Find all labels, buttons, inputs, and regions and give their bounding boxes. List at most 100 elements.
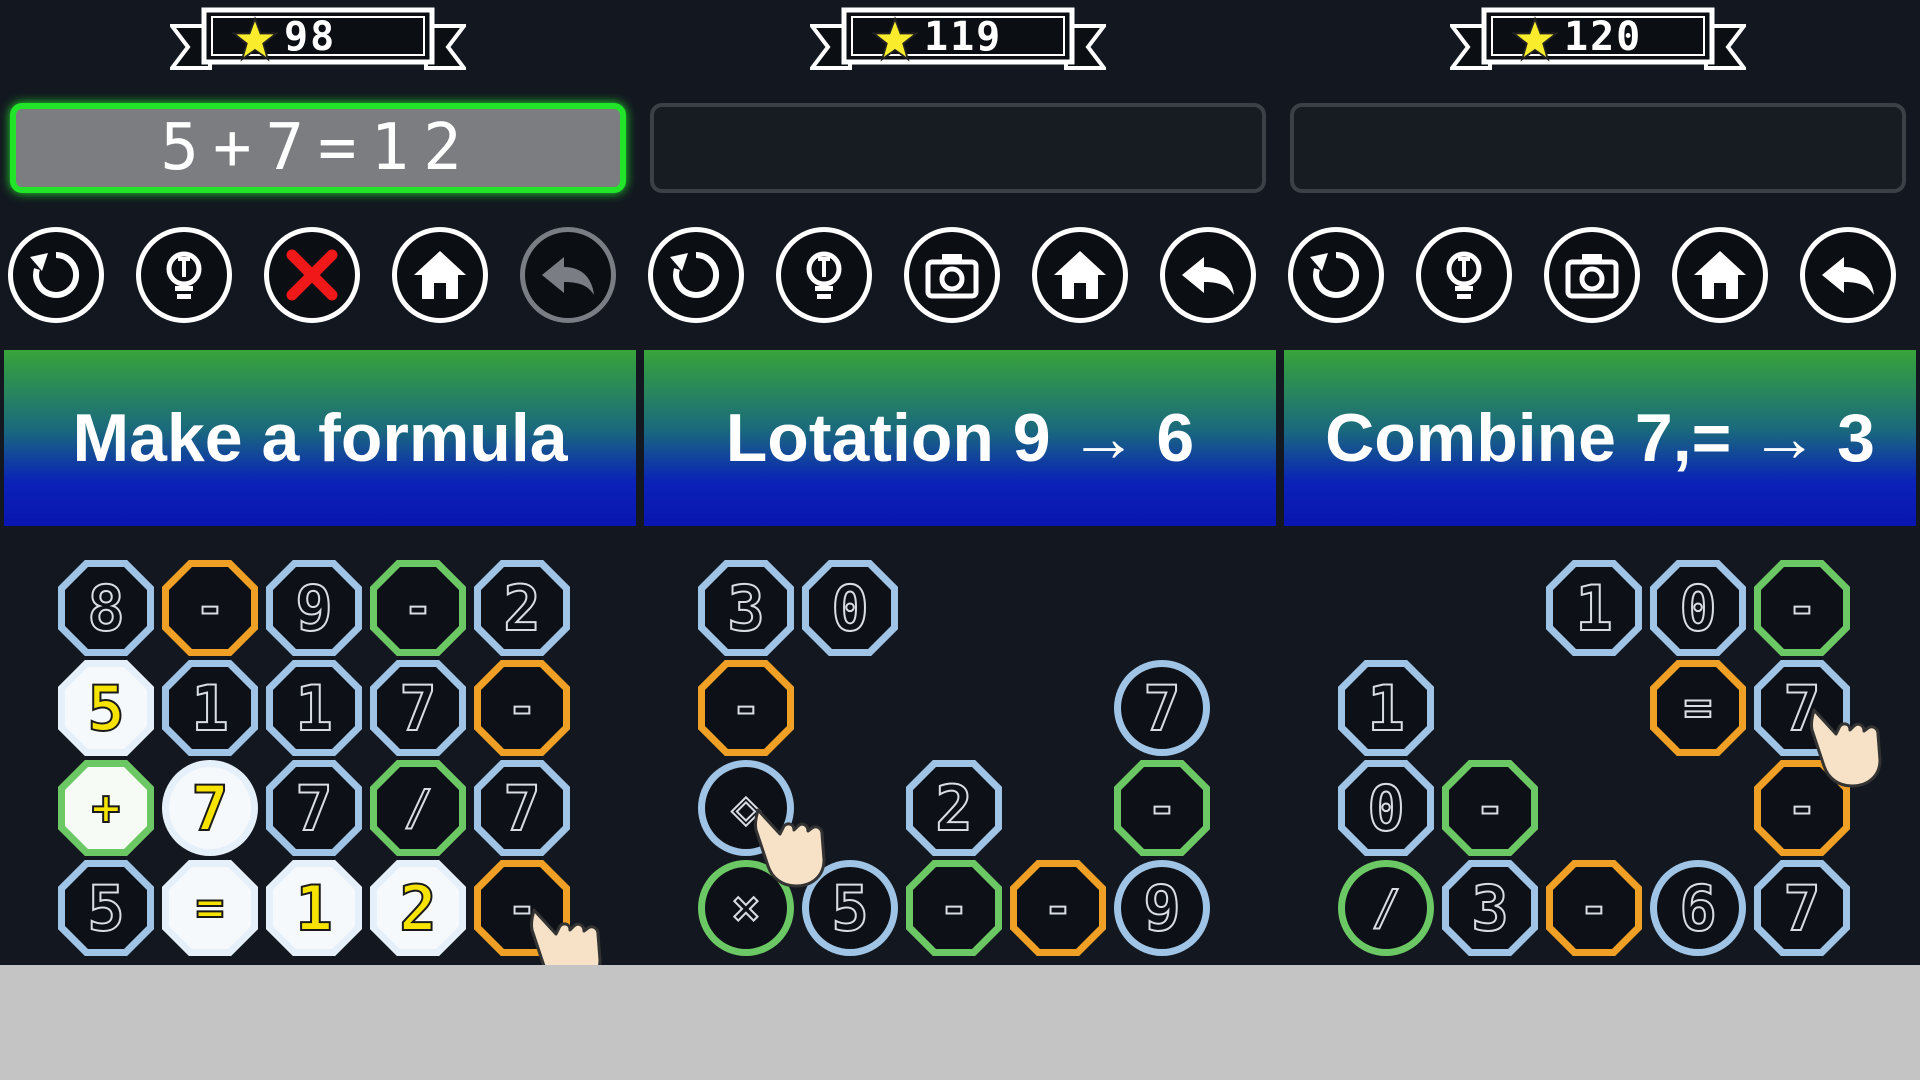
puzzle-tile[interactable]: 0 bbox=[1338, 760, 1434, 856]
puzzle-panel-2: 119 Lotation 9 → 6 3 0-7 ◇ 2- × 5- -9 bbox=[640, 0, 1280, 965]
puzzle-tile[interactable]: 2 bbox=[474, 560, 570, 656]
restart-button[interactable] bbox=[8, 227, 104, 323]
puzzle-tile[interactable]: / bbox=[370, 760, 466, 856]
puzzle-tile[interactable]: / bbox=[1338, 860, 1434, 956]
puzzle-tile[interactable]: 2 bbox=[906, 760, 1002, 856]
hint-button[interactable] bbox=[776, 227, 872, 323]
tile-glyph: 0 bbox=[1366, 771, 1405, 846]
puzzle-tile[interactable]: 7 bbox=[162, 760, 258, 856]
tile-glyph: 1 bbox=[294, 671, 333, 746]
formula-display: 5+7=12 bbox=[10, 103, 626, 193]
puzzle-panel-3: 120 Combine 7,= → 3 1 0-1 = 7 0- -/3-6 7 bbox=[1280, 0, 1920, 965]
tile-glyph: 1 bbox=[1574, 571, 1613, 646]
star-icon bbox=[1512, 16, 1558, 62]
tile-glyph: 7 bbox=[502, 771, 541, 846]
puzzle-tile[interactable]: - bbox=[162, 560, 258, 656]
puzzle-tile[interactable]: 6 bbox=[1650, 860, 1746, 956]
tile-glyph: - bbox=[1043, 879, 1074, 937]
undo-arrow-icon bbox=[538, 245, 598, 305]
tile-glyph: 0 bbox=[1678, 571, 1717, 646]
tile-glyph: = bbox=[1683, 679, 1714, 737]
tile-glyph: 5 bbox=[86, 871, 125, 946]
instruction-banner: Make a formula bbox=[4, 350, 636, 526]
tile-glyph: 7 bbox=[1142, 671, 1181, 746]
undo-button[interactable] bbox=[1160, 227, 1256, 323]
puzzle-tile[interactable]: 9 bbox=[266, 560, 362, 656]
score-value: 120 bbox=[1564, 14, 1643, 60]
tile-glyph: - bbox=[1147, 779, 1178, 837]
lightbulb-icon bbox=[154, 245, 214, 305]
puzzle-tile[interactable]: 2 bbox=[370, 860, 466, 956]
tile-glyph: 2 bbox=[398, 871, 437, 946]
score-ribbon: 120 bbox=[1450, 6, 1746, 76]
puzzle-tile[interactable]: 3 bbox=[698, 560, 794, 656]
puzzle-tile[interactable]: - bbox=[474, 660, 570, 756]
undo-button[interactable] bbox=[520, 227, 616, 323]
puzzle-tile[interactable]: 0 bbox=[1650, 560, 1746, 656]
home-icon bbox=[410, 245, 470, 305]
tile-board: 8-9-2 5 1 1 7- +7 7/7 5 = 1 2- bbox=[0, 560, 640, 988]
puzzle-tile[interactable]: - bbox=[906, 860, 1002, 956]
camera-button[interactable] bbox=[1544, 227, 1640, 323]
camera-icon bbox=[922, 245, 982, 305]
puzzle-tile[interactable]: 7 bbox=[1114, 660, 1210, 756]
puzzle-tile[interactable]: 5 bbox=[58, 860, 154, 956]
bottom-bar bbox=[0, 965, 1920, 1080]
puzzle-tile[interactable]: - bbox=[1546, 860, 1642, 956]
puzzle-tile[interactable]: 7 bbox=[266, 760, 362, 856]
puzzle-tile[interactable]: 0 bbox=[802, 560, 898, 656]
puzzle-tile[interactable]: 1 bbox=[266, 660, 362, 756]
puzzle-tile[interactable]: 5 bbox=[58, 660, 154, 756]
undo-button[interactable] bbox=[1800, 227, 1896, 323]
puzzle-tile[interactable]: 9 bbox=[1114, 860, 1210, 956]
puzzle-tile[interactable]: = bbox=[162, 860, 258, 956]
puzzle-tile[interactable]: 7 bbox=[474, 760, 570, 856]
tile-glyph: 7 bbox=[294, 771, 333, 846]
puzzle-tile[interactable]: 7 bbox=[370, 660, 466, 756]
hint-button[interactable] bbox=[136, 227, 232, 323]
star-icon bbox=[232, 16, 278, 62]
hint-button[interactable] bbox=[1416, 227, 1512, 323]
puzzle-tile[interactable]: - bbox=[1010, 860, 1106, 956]
puzzle-tile[interactable]: 8 bbox=[58, 560, 154, 656]
puzzle-tile[interactable]: - bbox=[1754, 560, 1850, 656]
home-icon bbox=[1690, 245, 1750, 305]
puzzle-tile[interactable]: = bbox=[1650, 660, 1746, 756]
tile-glyph: 0 bbox=[830, 571, 869, 646]
tile-glyph: = bbox=[195, 879, 226, 937]
tile-glyph: - bbox=[1579, 879, 1610, 937]
puzzle-tile[interactable]: 1 bbox=[1338, 660, 1434, 756]
restart-icon bbox=[666, 245, 726, 305]
camera-button[interactable] bbox=[904, 227, 1000, 323]
tile-glyph: 9 bbox=[294, 571, 333, 646]
puzzle-tile[interactable]: - bbox=[1442, 760, 1538, 856]
tile-board: 3 0-7 ◇ 2- × 5- -9 bbox=[640, 560, 1280, 965]
puzzle-tile[interactable]: - bbox=[370, 560, 466, 656]
tile-glyph: 9 bbox=[1142, 871, 1181, 946]
puzzle-tile[interactable]: 3 bbox=[1442, 860, 1538, 956]
home-icon bbox=[1050, 245, 1110, 305]
restart-button[interactable] bbox=[1288, 227, 1384, 323]
home-button[interactable] bbox=[1672, 227, 1768, 323]
restart-button[interactable] bbox=[648, 227, 744, 323]
pointing-hand-icon bbox=[1804, 700, 1894, 790]
lightbulb-icon bbox=[794, 245, 854, 305]
pointing-hand-icon bbox=[748, 800, 838, 890]
tile-glyph: - bbox=[1475, 779, 1506, 837]
puzzle-tile[interactable]: + bbox=[58, 760, 154, 856]
tile-glyph: 3 bbox=[1470, 871, 1509, 946]
home-button[interactable] bbox=[1032, 227, 1128, 323]
puzzle-tile[interactable]: 1 bbox=[162, 660, 258, 756]
puzzle-tile[interactable]: 1 bbox=[1546, 560, 1642, 656]
tile-glyph: 7 bbox=[398, 671, 437, 746]
tile-board: 1 0-1 = 7 0- -/3-6 7 bbox=[1280, 560, 1920, 965]
formula-display bbox=[650, 103, 1266, 193]
tile-glyph: 6 bbox=[1678, 871, 1717, 946]
puzzle-tile[interactable]: - bbox=[1114, 760, 1210, 856]
close-button[interactable] bbox=[264, 227, 360, 323]
puzzle-tile[interactable]: 1 bbox=[266, 860, 362, 956]
puzzle-tile[interactable]: 7 bbox=[1754, 860, 1850, 956]
puzzle-tile[interactable]: - bbox=[698, 660, 794, 756]
home-button[interactable] bbox=[392, 227, 488, 323]
tile-glyph: / bbox=[403, 779, 434, 837]
